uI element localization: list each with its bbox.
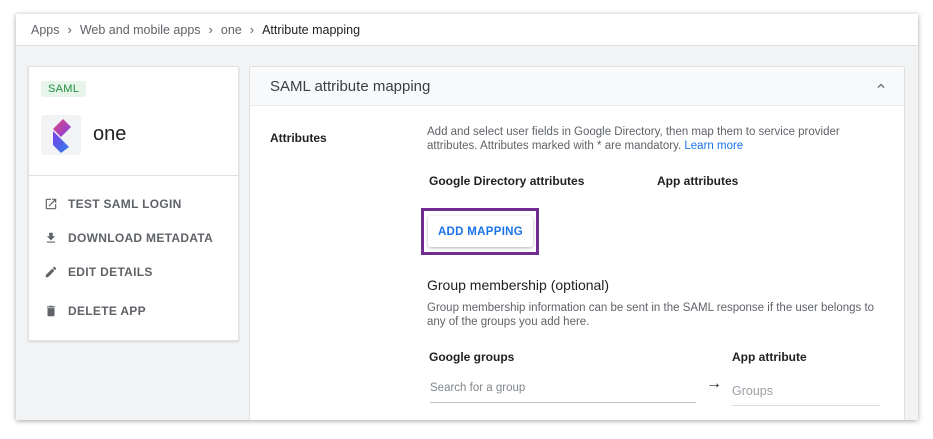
breadcrumb-web-mobile-apps[interactable]: Web and mobile apps [80,23,201,37]
divider [29,175,238,176]
attributes-description-text: Add and select user fields in Google Dir… [427,126,840,152]
breadcrumb: Apps › Web and mobile apps › one › Attri… [16,14,918,46]
delete-app-button[interactable]: DELETE APP [44,304,146,318]
download-icon [44,231,58,245]
test-saml-login-label: TEST SAML LOGIN [68,197,182,211]
trash-icon [44,304,58,318]
app-name: one [93,123,127,145]
google-directory-attributes-header: Google Directory attributes [429,174,585,188]
card-header[interactable]: SAML attribute mapping [250,67,904,106]
arrow-right-icon: → [706,375,722,392]
open-in-new-icon [44,197,58,211]
delete-app-label: DELETE APP [68,304,146,318]
attributes-label: Attributes [270,131,327,145]
chevron-up-icon[interactable] [874,79,888,93]
edit-details-button[interactable]: EDIT DETAILS [44,265,153,279]
test-saml-login-button[interactable]: TEST SAML LOGIN [44,197,182,211]
breadcrumb-apps[interactable]: Apps [31,23,60,37]
app-attribute-header: App attribute [732,350,807,364]
group-search-input[interactable] [430,374,696,403]
admin-console-frame: Apps › Web and mobile apps › one › Attri… [16,14,918,420]
groups-app-attribute-input[interactable] [732,377,880,406]
app-logo-icon [41,115,81,155]
group-membership-title: Group membership (optional) [427,277,610,293]
breadcrumb-separator: › [67,22,72,37]
breadcrumb-current: Attribute mapping [262,22,361,37]
breadcrumb-separator: › [208,22,213,37]
pencil-icon [44,265,58,279]
app-summary-card: SAML one TEST SAML LOGIN DOWNLOAD METADA… [28,66,239,341]
google-groups-header: Google groups [429,350,515,364]
saml-badge: SAML [41,81,87,97]
app-attributes-header: App attributes [657,174,739,188]
attributes-description: Add and select user fields in Google Dir… [427,125,877,153]
download-metadata-button[interactable]: DOWNLOAD METADATA [44,231,213,245]
edit-details-label: EDIT DETAILS [68,265,153,279]
group-membership-description: Group membership information can be sent… [427,302,875,328]
add-mapping-button[interactable]: ADD MAPPING [428,216,533,247]
breadcrumb-app-one[interactable]: one [221,23,242,37]
download-metadata-label: DOWNLOAD METADATA [68,231,214,245]
breadcrumb-separator: › [249,22,255,37]
saml-attribute-mapping-card: SAML attribute mapping Attributes Add an… [249,66,905,420]
learn-more-link[interactable]: Learn more [684,140,743,152]
card-title: SAML attribute mapping [270,78,431,95]
